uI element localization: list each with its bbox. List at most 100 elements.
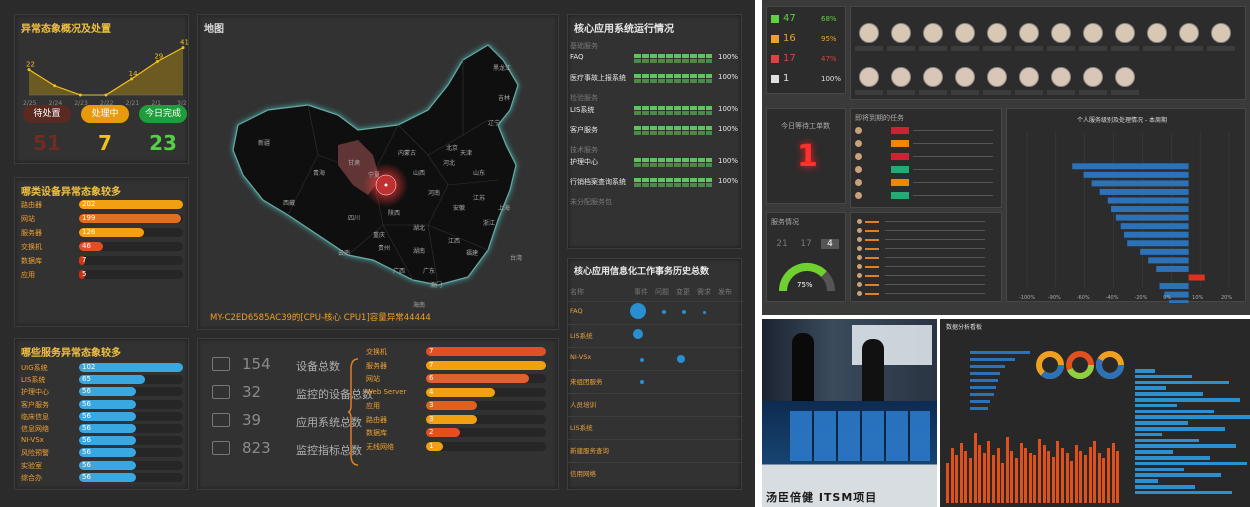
- type-bar[interactable]: 7: [426, 360, 546, 370]
- system-name[interactable]: FAQ: [570, 53, 584, 61]
- province-label[interactable]: 山西: [413, 169, 425, 177]
- engineer-avatar[interactable]: [923, 67, 943, 87]
- province-label[interactable]: 甘肃: [348, 159, 360, 167]
- province-label[interactable]: 北京: [446, 144, 458, 152]
- engineer-avatar[interactable]: [1179, 23, 1199, 43]
- service-bar[interactable]: 56: [79, 460, 137, 470]
- engineer-avatar[interactable]: [859, 67, 879, 87]
- province-label[interactable]: 安徽: [453, 204, 465, 212]
- sla-bar[interactable]: [1123, 231, 1189, 238]
- device-bar[interactable]: 199: [79, 214, 182, 223]
- province-label[interactable]: 西藏: [283, 199, 295, 207]
- system-name[interactable]: 行销档案查询系统: [570, 177, 626, 187]
- province-label[interactable]: 内蒙古: [398, 149, 416, 157]
- province-label[interactable]: 新疆: [258, 139, 270, 147]
- sla-bar[interactable]: [1099, 188, 1189, 195]
- engineer-avatar[interactable]: [1019, 23, 1039, 43]
- province-label[interactable]: 广西: [393, 267, 405, 275]
- history-row-name[interactable]: LIS系统: [570, 422, 593, 432]
- province-label[interactable]: 河南: [428, 189, 440, 197]
- status-pill-0[interactable]: 待处置: [23, 105, 71, 123]
- device-bar[interactable]: 7: [79, 256, 86, 265]
- engineer-avatar[interactable]: [1147, 23, 1167, 43]
- engineer-avatar[interactable]: [859, 23, 879, 43]
- province-label[interactable]: 云南: [338, 249, 350, 257]
- device-bar[interactable]: 5: [79, 270, 86, 279]
- engineer-avatar[interactable]: [955, 23, 975, 43]
- engineer-avatar[interactable]: [1115, 23, 1135, 43]
- engineer-avatar[interactable]: [1051, 23, 1071, 43]
- service-bar[interactable]: 56: [79, 472, 137, 482]
- province-label[interactable]: 贵州: [378, 244, 390, 252]
- province-label[interactable]: 天津: [460, 150, 472, 157]
- system-name[interactable]: 客户服务: [570, 125, 598, 135]
- province-label[interactable]: 江西: [448, 238, 460, 245]
- engineer-avatar[interactable]: [1083, 23, 1103, 43]
- sla-bar[interactable]: [1169, 300, 1189, 303]
- province-label[interactable]: 黑龙江: [493, 64, 511, 72]
- system-name[interactable]: 护理中心: [570, 157, 598, 167]
- service-bar[interactable]: 56: [79, 411, 137, 421]
- engineer-avatar[interactable]: [1115, 67, 1135, 87]
- type-bar[interactable]: 4: [426, 387, 495, 397]
- engineer-avatar[interactable]: [1083, 67, 1103, 87]
- device-bar[interactable]: 126: [79, 228, 144, 237]
- province-label[interactable]: 四川: [348, 215, 360, 222]
- sla-bar[interactable]: [1159, 283, 1189, 290]
- service-bar[interactable]: 56: [79, 424, 137, 433]
- province-label[interactable]: 辽宁: [488, 119, 500, 127]
- province-label[interactable]: 宁夏: [368, 171, 380, 179]
- engineer-avatar[interactable]: [891, 23, 911, 43]
- service-bar[interactable]: 56: [79, 436, 137, 446]
- province-label[interactable]: 湖北: [413, 224, 425, 232]
- province-label[interactable]: 澳门: [430, 281, 442, 289]
- status-pill-2[interactable]: 今日完成: [139, 105, 187, 123]
- status-pill-1[interactable]: 处理中: [81, 105, 129, 123]
- device-bar[interactable]: 202: [79, 200, 183, 209]
- type-bar[interactable]: 2: [426, 428, 461, 437]
- engineer-avatar[interactable]: [987, 23, 1007, 43]
- sla-bar[interactable]: [1083, 171, 1189, 178]
- province-label[interactable]: 福建: [466, 249, 478, 257]
- system-name[interactable]: LIS系统: [570, 105, 594, 115]
- province-label[interactable]: 江苏: [473, 194, 485, 202]
- engineer-avatar[interactable]: [923, 23, 943, 43]
- sla-bar[interactable]: [1188, 274, 1205, 281]
- province-label[interactable]: 重庆: [373, 231, 385, 239]
- province-label[interactable]: 湖南: [413, 247, 425, 255]
- service-bar[interactable]: 56: [79, 387, 137, 397]
- type-bar[interactable]: 3: [426, 414, 478, 424]
- history-row-name[interactable]: NI-VSx: [570, 353, 591, 361]
- history-row-name[interactable]: LIS系统: [570, 330, 593, 340]
- type-bar[interactable]: 7: [426, 347, 546, 356]
- province-label[interactable]: 广东: [423, 267, 435, 275]
- engineer-avatar[interactable]: [1051, 67, 1071, 87]
- sla-bar[interactable]: [1156, 265, 1189, 272]
- history-row-name[interactable]: 新建服务查询: [570, 445, 609, 455]
- engineer-avatar[interactable]: [987, 67, 1007, 87]
- service-bar[interactable]: 102: [79, 363, 183, 372]
- engineer-avatar[interactable]: [1211, 23, 1231, 43]
- sla-bar[interactable]: [1107, 197, 1189, 204]
- engineer-avatar[interactable]: [891, 67, 911, 87]
- type-bar[interactable]: 6: [426, 374, 529, 383]
- sla-bar[interactable]: [1091, 180, 1189, 187]
- province-label[interactable]: 河北: [443, 159, 455, 167]
- province-label[interactable]: 陕西: [388, 209, 400, 217]
- sla-bar[interactable]: [1120, 223, 1189, 230]
- sla-bar[interactable]: [1115, 214, 1189, 221]
- sla-bar[interactable]: [1111, 206, 1189, 213]
- history-row-name[interactable]: 人员培训: [570, 399, 596, 409]
- history-row-name[interactable]: FAQ: [570, 307, 583, 315]
- system-name[interactable]: 医疗事故上报系统: [570, 73, 626, 83]
- service-bar[interactable]: 56: [79, 399, 137, 409]
- history-row-name[interactable]: 来组团服务: [570, 376, 603, 386]
- sla-bar[interactable]: [1148, 257, 1189, 264]
- province-label[interactable]: 山东: [473, 169, 485, 177]
- province-label[interactable]: 上海: [498, 204, 510, 212]
- sla-bar[interactable]: [1127, 240, 1189, 247]
- device-bar[interactable]: 46: [79, 242, 103, 251]
- province-label[interactable]: 吉林: [498, 94, 510, 102]
- type-bar[interactable]: 3: [426, 401, 478, 410]
- province-label[interactable]: 浙江: [483, 219, 495, 227]
